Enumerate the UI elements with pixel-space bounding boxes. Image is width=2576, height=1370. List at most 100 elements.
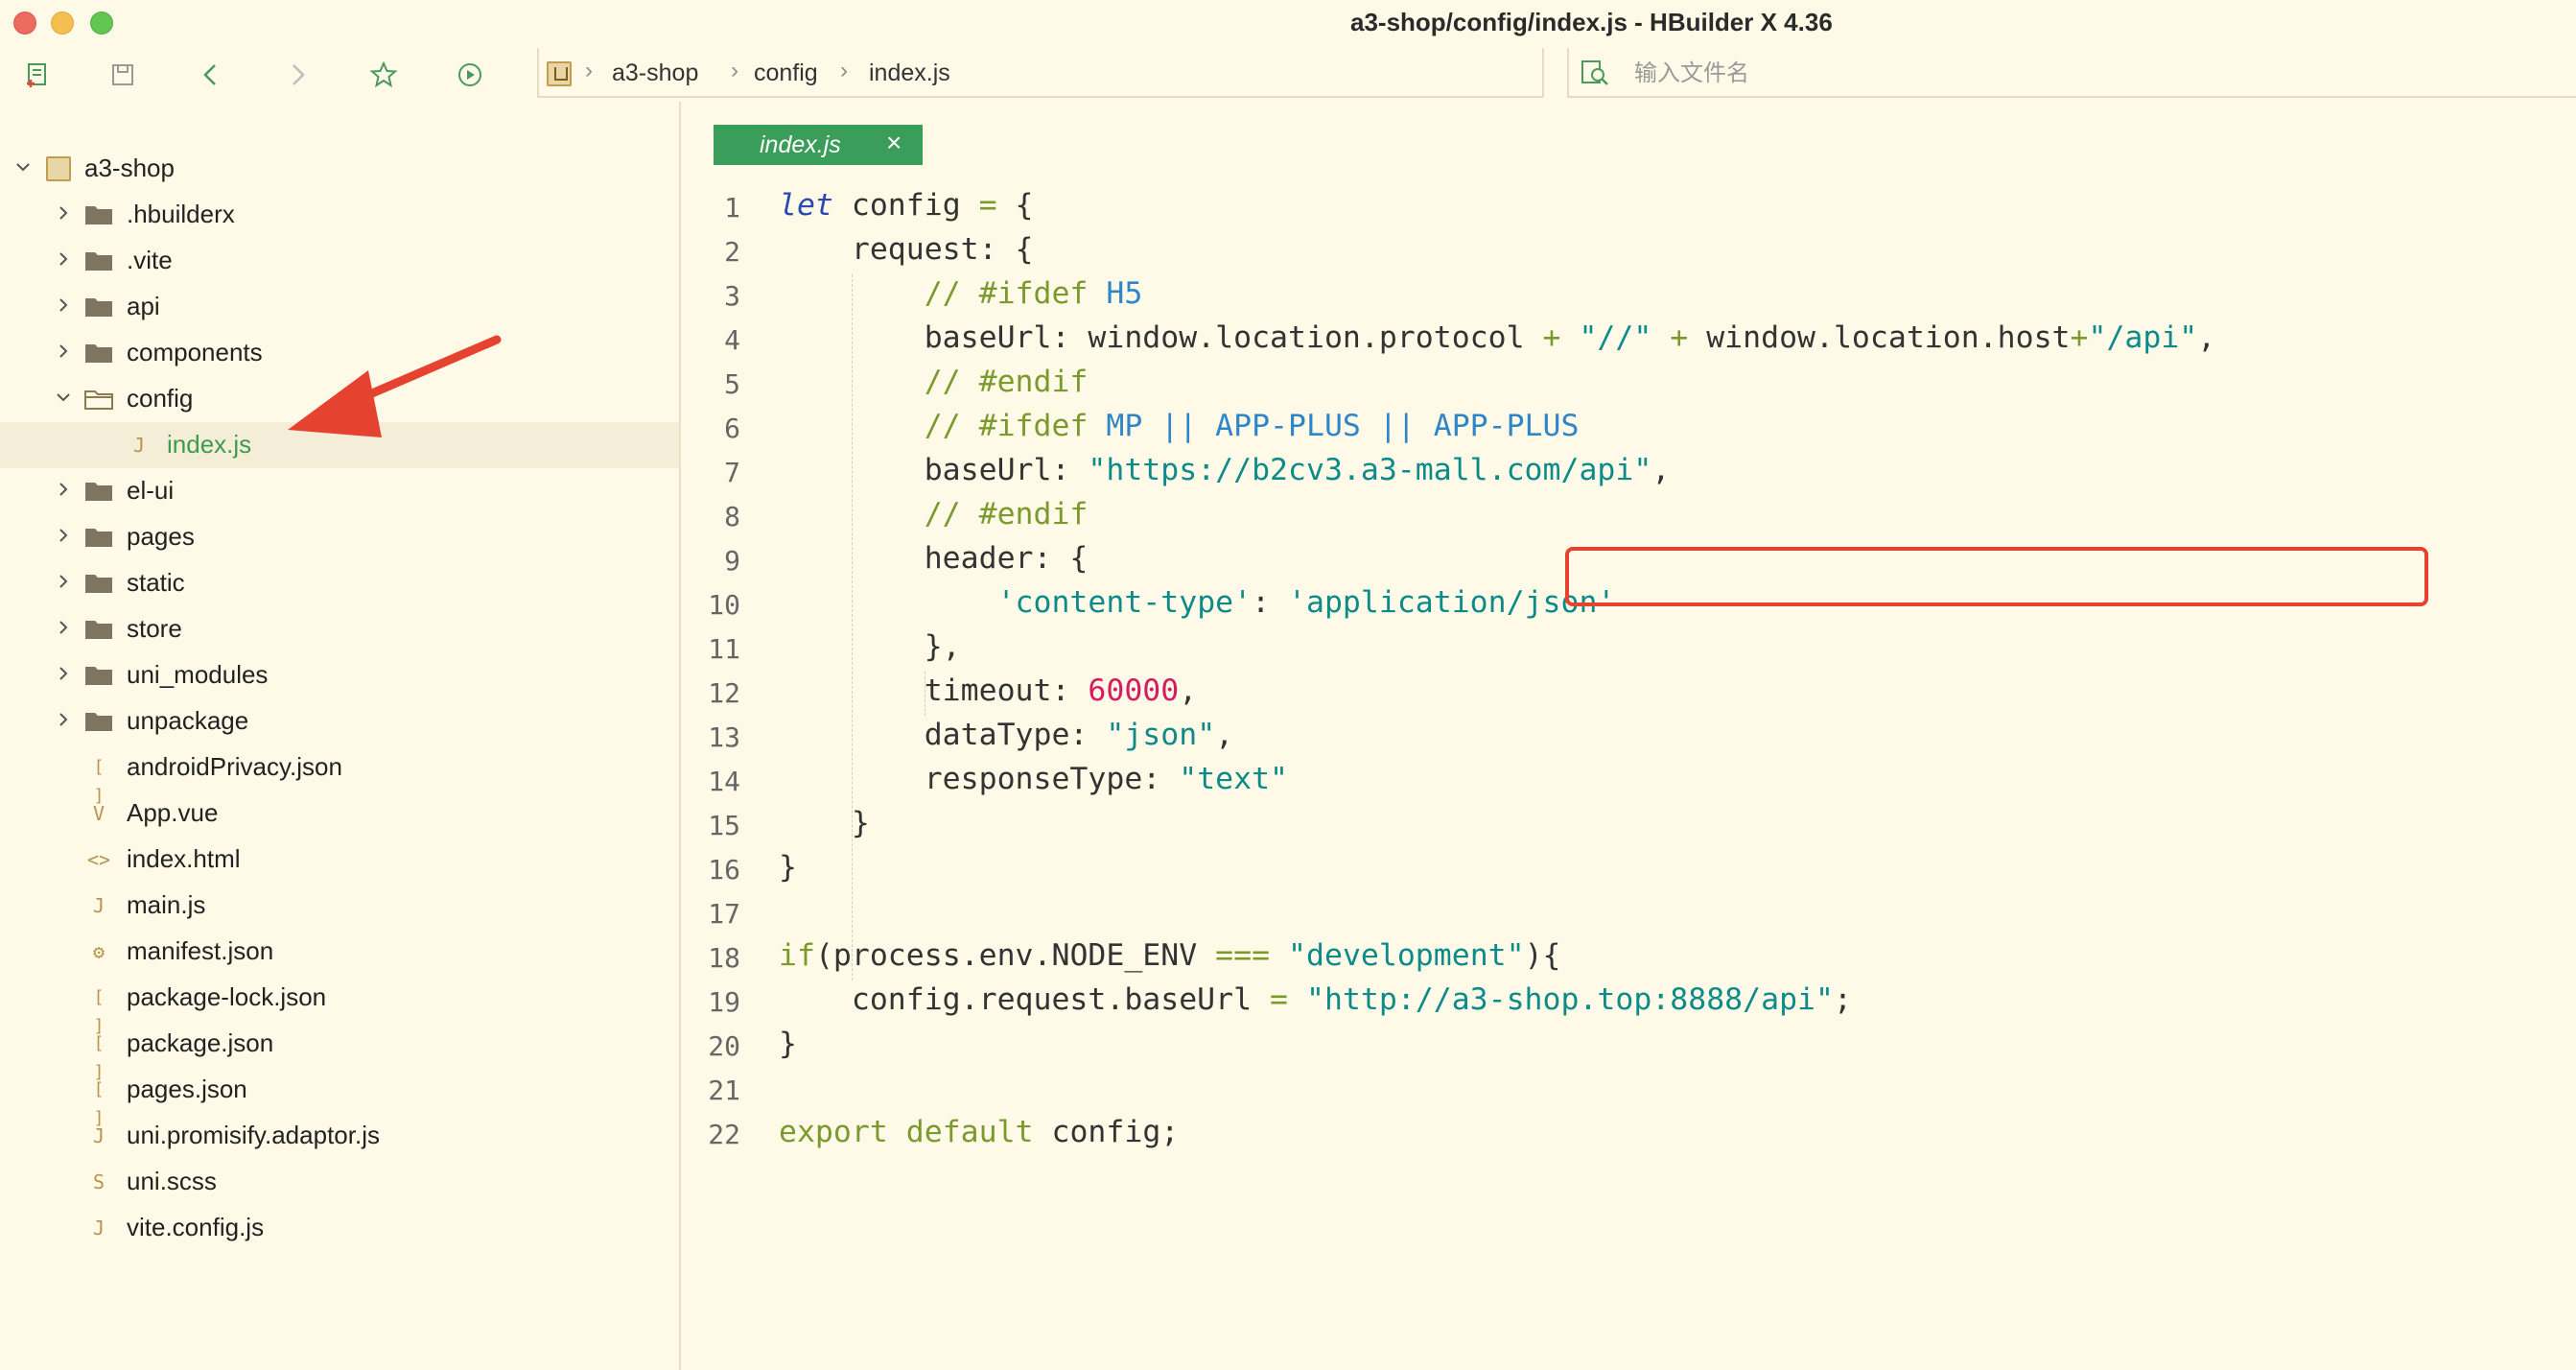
tree-item[interactable]: config	[0, 376, 679, 422]
code-line[interactable]: 21	[683, 1069, 2576, 1113]
code-line[interactable]: 7 baseUrl: "https://b2cv3.a3-mall.com/ap…	[683, 451, 2576, 495]
chevron-right-icon[interactable]	[52, 478, 75, 501]
chevron-right-icon[interactable]	[52, 340, 75, 363]
tree-item[interactable]: unpackage	[0, 698, 679, 744]
tree-item[interactable]: Suni.scss	[0, 1159, 679, 1205]
tree-item[interactable]: components	[0, 330, 679, 376]
code-line[interactable]: 5 // #endif	[683, 363, 2576, 407]
code-line[interactable]: 11 },	[683, 627, 2576, 672]
code-line[interactable]: 14 responseType: "text"	[683, 760, 2576, 804]
tree-item[interactable]: pages	[0, 514, 679, 560]
run-icon[interactable]	[453, 58, 487, 92]
minimize-window-button[interactable]	[51, 12, 74, 35]
tree-project-root[interactable]: a3-shop	[0, 146, 679, 192]
tree-item[interactable]: .vite	[0, 238, 679, 284]
chevron-right-icon[interactable]	[52, 570, 75, 593]
tree-item[interactable]: el-ui	[0, 468, 679, 514]
tree-item[interactable]: uni_modules	[0, 652, 679, 698]
file-search-input[interactable]	[1634, 58, 2401, 88]
tree-item[interactable]: static	[0, 560, 679, 606]
code-line[interactable]: 6 // #ifdef MP || APP-PLUS || APP-PLUS	[683, 407, 2576, 451]
chevron-down-icon[interactable]	[52, 386, 75, 409]
code-line[interactable]: 20}	[683, 1025, 2576, 1069]
chevron-right-icon[interactable]	[52, 524, 75, 547]
chevron-right-icon[interactable]	[52, 708, 75, 731]
line-number: 5	[724, 368, 740, 400]
tree-item[interactable]: [ ] package-lock.json	[0, 975, 679, 1036]
folder-icon	[84, 527, 113, 548]
code-text: baseUrl: "https://b2cv3.a3-mall.com/api"…	[779, 453, 1671, 487]
tree-item-label: pages	[127, 522, 195, 551]
tree-item[interactable]: [ ] androidPrivacy.json	[0, 744, 679, 806]
code-line[interactable]: 17	[683, 892, 2576, 936]
tree-item[interactable]: [ ] package.json	[0, 1021, 679, 1082]
file-html-icon: <>	[86, 848, 111, 871]
breadcrumb-item[interactable]: index.js	[869, 59, 950, 87]
code-text: timeout: 60000,	[779, 673, 1198, 708]
chevron-right-icon: ›	[585, 58, 593, 83]
star-icon[interactable]	[366, 58, 401, 92]
chevron-down-icon[interactable]	[12, 155, 35, 178]
code-text: header: {	[779, 541, 1089, 576]
line-number: 19	[708, 986, 740, 1018]
code-text: export default config;	[779, 1115, 1180, 1149]
tree-item-label: uni.promisify.adaptor.js	[127, 1121, 380, 1149]
breadcrumb-item[interactable]: config	[754, 59, 818, 87]
code-line[interactable]: 18 if(process.env.NODE_ENV === "developme…	[683, 936, 2576, 980]
search-icon[interactable]	[1579, 58, 1613, 90]
code-line[interactable]: 12 timeout: 60000,	[683, 672, 2576, 716]
code-line[interactable]: 3 // #ifdef H5	[683, 274, 2576, 319]
close-icon[interactable]: ×	[886, 129, 902, 157]
code-text: let config = {	[779, 188, 1034, 223]
code-editor[interactable]: index.js × 1 let config = {2 request: {3 …	[683, 102, 2576, 1370]
code-text: if(process.env.NODE_ENV === "development…	[779, 938, 1561, 973]
code-text: dataType: "json",	[779, 718, 1234, 752]
save-icon[interactable]	[105, 58, 140, 92]
code-line[interactable]: 8 // #endif	[683, 495, 2576, 539]
breadcrumb-item[interactable]: a3-shop	[612, 59, 698, 87]
folder-icon	[84, 481, 113, 502]
code-line[interactable]: 1 let config = {	[683, 186, 2576, 230]
tree-item[interactable]: Jmain.js	[0, 883, 679, 929]
chevron-right-icon[interactable]	[52, 248, 75, 271]
tree-item[interactable]: .hbuilderx	[0, 192, 679, 238]
code-line[interactable]: 13 dataType: "json",	[683, 716, 2576, 760]
tab-index-js[interactable]: index.js ×	[714, 125, 923, 165]
tree-item-label: uni_modules	[127, 660, 269, 689]
code-line[interactable]: 15 }	[683, 804, 2576, 848]
code-line[interactable]: 2 request: {	[683, 230, 2576, 274]
tree-item[interactable]: [ ] pages.json	[0, 1067, 679, 1128]
tree-item-label: uni.scss	[127, 1167, 217, 1195]
tree-item[interactable]: store	[0, 606, 679, 652]
folder-icon	[84, 342, 113, 364]
file-js-icon: J	[132, 434, 146, 457]
tree-item-label: config	[127, 384, 194, 413]
tree-item[interactable]: Juni.promisify.adaptor.js	[0, 1113, 679, 1159]
code-line[interactable]: 19 config.request.baseUrl = "http://a3-s…	[683, 980, 2576, 1025]
tree-item[interactable]: Jindex.js	[0, 422, 679, 468]
new-file-icon[interactable]	[21, 58, 56, 92]
code-line[interactable]: 22 export default config;	[683, 1113, 2576, 1157]
tree-item[interactable]: V App.vue	[0, 791, 679, 837]
code-line[interactable]: 4 baseUrl: window.location.protocol + "/…	[683, 319, 2576, 363]
tree-item[interactable]: <> index.html	[0, 837, 679, 883]
tree-item[interactable]: ⚙ manifest.json	[0, 929, 679, 975]
chevron-right-icon[interactable]	[52, 662, 75, 685]
project-icon	[46, 156, 71, 181]
code-text: }	[779, 850, 797, 885]
chevron-right-icon[interactable]	[52, 201, 75, 224]
tree-item-label: package.json	[127, 1028, 274, 1057]
tree-item-label: index.html	[127, 844, 241, 873]
close-window-button[interactable]	[13, 12, 36, 35]
forward-icon[interactable]	[280, 58, 315, 92]
tree-item[interactable]: api	[0, 284, 679, 330]
tree-item[interactable]: Jvite.config.js	[0, 1205, 679, 1251]
zoom-window-button[interactable]	[90, 12, 113, 35]
code-line[interactable]: 16}	[683, 848, 2576, 892]
line-number: 21	[708, 1075, 740, 1106]
line-number: 18	[708, 942, 740, 974]
chevron-right-icon[interactable]	[52, 616, 75, 639]
back-icon[interactable]	[194, 58, 228, 92]
file-js-icon: J	[92, 894, 105, 917]
chevron-right-icon[interactable]	[52, 294, 75, 317]
